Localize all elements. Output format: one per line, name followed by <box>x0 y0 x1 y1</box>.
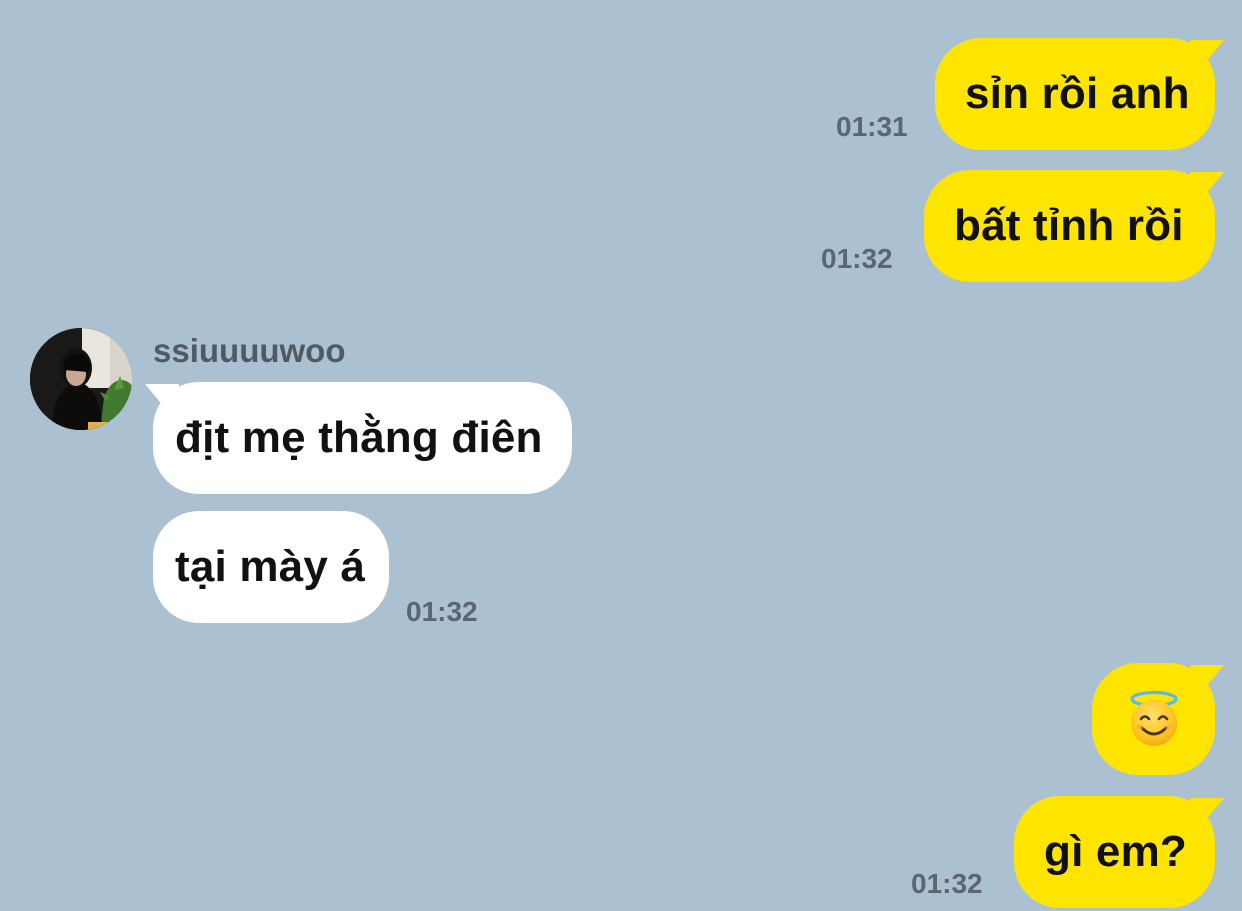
message-bubble-outgoing[interactable] <box>1092 663 1215 775</box>
message-timestamp: 01:32 <box>821 243 893 274</box>
message-text: bất tỉnh rồi <box>954 201 1184 250</box>
message-bubble-outgoing[interactable]: bất tỉnh rồi <box>924 170 1215 282</box>
message-timestamp: 01:31 <box>836 111 908 142</box>
message-bubble-incoming[interactable]: địt mẹ thằng điên <box>153 382 572 494</box>
message-bubble-incoming[interactable]: tại mày á <box>153 511 389 623</box>
sender-name[interactable]: ssiuuuuwoo <box>153 332 346 370</box>
message-text: sỉn rồi anh <box>965 69 1190 118</box>
message-timestamp: 01:32 <box>911 868 983 899</box>
chat-view: sỉn rồi anh 01:31 bất tỉnh rồi 01:32 ssi… <box>0 0 1242 911</box>
message-bubble-outgoing[interactable]: gì em? <box>1014 796 1215 908</box>
message-timestamp: 01:32 <box>406 596 478 627</box>
message-bubble-outgoing[interactable]: sỉn rồi anh <box>935 38 1215 150</box>
message-text: địt mẹ thằng điên <box>175 413 543 462</box>
smiling-face-with-halo-icon <box>1129 690 1178 746</box>
contact-avatar[interactable] <box>30 328 132 430</box>
message-text: tại mày á <box>175 542 366 591</box>
message-text: gì em? <box>1044 827 1187 876</box>
avatar-image <box>30 328 132 430</box>
